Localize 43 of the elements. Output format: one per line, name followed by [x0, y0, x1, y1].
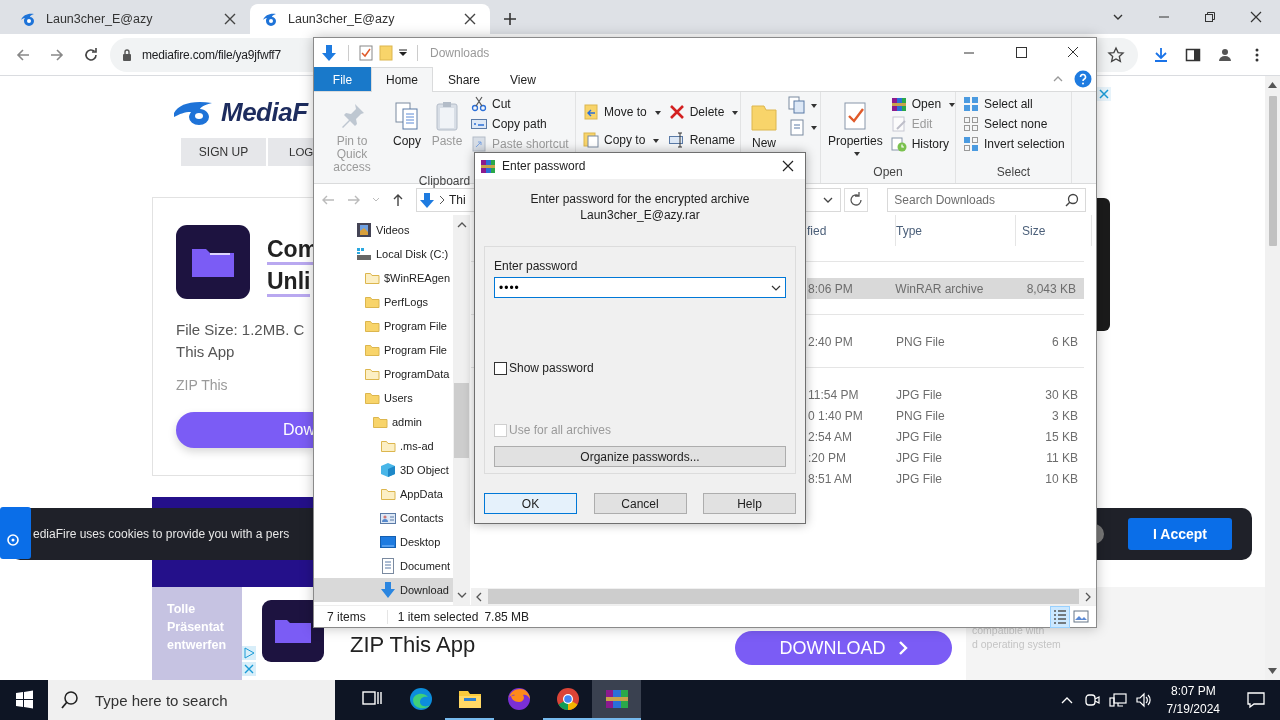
- selection-count: 1 item selected: [386, 609, 479, 624]
- table-cell-text: PNG File: [896, 407, 946, 425]
- checkbox-label: Use for all archives: [509, 423, 612, 437]
- table-cell: 8,043 KB: [1014, 278, 1084, 299]
- ad-headline: entwerfen: [167, 637, 227, 654]
- table-cell-text: 30 KB: [1044, 386, 1079, 404]
- group-label: Clipboard: [418, 174, 471, 188]
- table-cell-text: 10 KB: [1044, 470, 1079, 488]
- cookie-text: ediaFire uses cookies to provide you with a pers: [33, 527, 290, 541]
- table-cell-text: 6 KB: [1051, 333, 1079, 351]
- ad-headline: Präsentat: [167, 619, 224, 636]
- group-label: Open: [873, 165, 903, 181]
- checkbox-label: Show password: [509, 361, 594, 375]
- table-cell-text: 8:51 AM: [807, 470, 854, 488]
- window-title: Downloads: [430, 45, 490, 60]
- selection-size: 7.85 MB: [484, 609, 530, 624]
- table-cell-text: 11:54 PM: [807, 386, 860, 404]
- field-label: Enter password: [494, 259, 579, 273]
- item-count: 7 items: [327, 609, 366, 624]
- table-cell-text: JPG File: [896, 470, 943, 488]
- table-cell-text: 11 KB: [1045, 449, 1079, 467]
- table-cell-text: PNG File: [896, 333, 946, 351]
- app-caption: ZIP This: [176, 377, 228, 393]
- table-cell-text: :20 PM: [807, 449, 847, 467]
- file-details: This App: [176, 342, 235, 362]
- table-cell: WinRAR archive: [895, 278, 1015, 299]
- table-cell-text: 2:40 PM: [807, 333, 854, 351]
- table-cell: 8:06 PM: [807, 278, 896, 299]
- dialog-title: Enter password: [502, 159, 586, 173]
- table-cell-text: 3 KB: [1051, 407, 1079, 425]
- table-cell-text: 0 1:40 PM: [807, 407, 864, 425]
- ad-headline: Tolle: [167, 601, 196, 618]
- dialog-message: Laun3cher_E@azy.rar: [579, 207, 701, 223]
- table-cell-text: 15 KB: [1044, 428, 1079, 446]
- dialog-message: Enter password for the encrypted archive: [529, 191, 751, 207]
- file-details: File Size: 1.2MB. C: [176, 320, 305, 340]
- group-label: Select: [996, 165, 1031, 181]
- app-title: Unli: [267, 269, 311, 297]
- table-cell-text: JPG File: [896, 386, 943, 404]
- table-cell-text: JPG File: [896, 449, 943, 467]
- table-cell-text: 2:54 AM: [807, 428, 854, 446]
- app-title: ZIP This App: [350, 632, 476, 658]
- table-cell-text: JPG File: [896, 428, 943, 446]
